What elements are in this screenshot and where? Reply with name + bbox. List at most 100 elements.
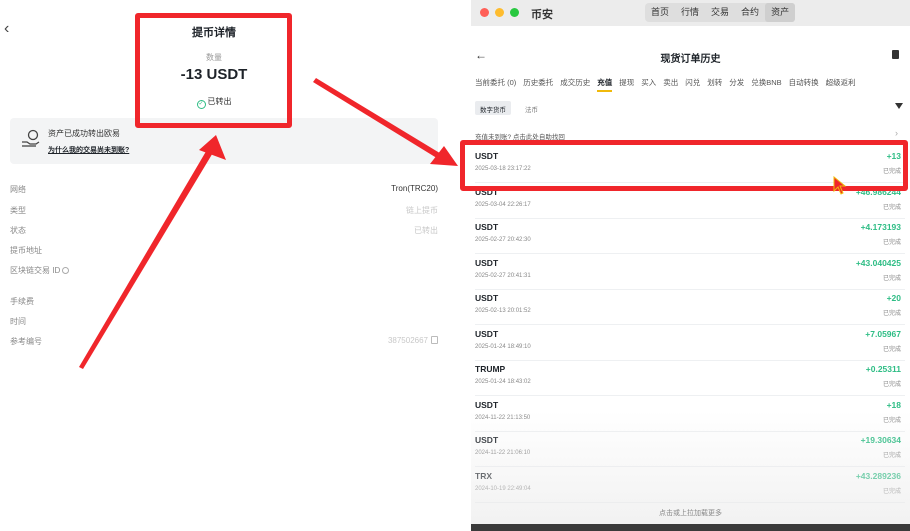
nav-futures[interactable]: 合约 (735, 3, 765, 22)
info-row-address: 提币地址 (10, 245, 438, 259)
info-row-reference: 参考编号 387502667 (10, 336, 438, 350)
filter-icon[interactable] (895, 103, 903, 109)
tab-withdraw[interactable]: 提现 (619, 77, 634, 92)
info-key: 状态 (10, 226, 26, 235)
window-titlebar: 币安 首页 行情 交易 合约 资产 (471, 0, 910, 26)
copy-icon[interactable] (431, 336, 438, 344)
record-time: 2024-11-22 21:06:10 (475, 450, 531, 456)
mouse-cursor-icon (833, 176, 847, 195)
deposit-record-row[interactable]: USDT 2025-02-27 20:41:31 +43.040425 已完成 (475, 254, 905, 290)
tab-transfer[interactable]: 划转 (707, 77, 722, 92)
app-name: 币安 (531, 9, 553, 21)
tab-convert-bnb[interactable]: 兑换BNB (751, 77, 781, 92)
nav-trade[interactable]: 交易 (705, 3, 735, 22)
record-asset: TRX (475, 470, 492, 481)
load-more-link[interactable]: 点击或上拉加载更多 (471, 508, 910, 518)
record-status: 已完成 (882, 204, 901, 211)
chevron-right-icon[interactable]: › (895, 128, 898, 138)
highlight-box-left (135, 13, 292, 128)
info-key: 时间 (10, 317, 26, 326)
info-value: Tron(TRC20) (391, 184, 438, 193)
tab-auto-convert[interactable]: 自动转换 (789, 77, 819, 92)
deposit-record-row[interactable]: USDT 2024-11-22 21:06:10 +19.30634 已完成 (475, 431, 905, 467)
document-icon[interactable] (892, 50, 899, 59)
minimize-window-button[interactable] (495, 8, 504, 17)
close-window-button[interactable] (480, 8, 489, 17)
record-time: 2025-01-24 18:49:10 (475, 343, 531, 350)
info-row-txid: 区块链交易 ID (10, 265, 438, 279)
notice-title: 资产已成功转出欧易 (48, 129, 120, 138)
info-value: 387502667 (388, 336, 438, 345)
info-row-network: 网络 Tron(TRC20) (10, 184, 438, 198)
tab-convert[interactable]: 闪兑 (685, 77, 700, 92)
record-time: 2024-10-19 22:49:04 (475, 485, 531, 492)
record-time: 2025-01-24 18:43:02 (475, 379, 531, 385)
tab-trade-history[interactable]: 成交历史 (560, 77, 590, 92)
deposit-record-row[interactable]: USDT 2025-01-24 18:49:10 +7.05967 已完成 (475, 325, 905, 361)
record-status: 已完成 (882, 382, 901, 388)
record-status: 已完成 (882, 488, 901, 495)
record-time: 2024-11-22 21:13:50 (475, 414, 531, 421)
deposit-record-row[interactable]: TRUMP 2025-01-24 18:43:02 +0.25311 已完成 (475, 360, 905, 396)
tab-order-history[interactable]: 历史委托 (523, 77, 553, 92)
reference-number: 387502667 (387, 336, 428, 345)
deposit-history-panel: 币安 首页 行情 交易 合约 资产 ← 现货订单历史 当前委托 (0) 历史委托… (471, 0, 910, 531)
tab-super-rebate[interactable]: 超级返利 (826, 77, 856, 92)
info-row-status: 状态 已转出 (10, 225, 438, 239)
record-amount: +4.173193 (860, 222, 901, 232)
tab-buy[interactable]: 买入 (641, 77, 656, 92)
page-title: 现货订单历史 (660, 54, 721, 65)
record-status: 已完成 (882, 240, 901, 246)
deposit-record-row[interactable]: USDT 2025-02-13 20:01:52 +20 已完成 (475, 289, 905, 325)
info-key-text: 区块链交易 ID (10, 266, 61, 275)
history-tabs: 当前委托 (0) 历史委托 成交历史 充值 提现 买入 卖出 闪兑 划转 分发 … (475, 77, 856, 92)
tab-sell[interactable]: 卖出 (663, 77, 678, 92)
record-asset: TRUMP (475, 364, 506, 374)
record-status: 已完成 (882, 417, 901, 424)
record-asset: USDT (475, 328, 499, 339)
record-asset: USDT (475, 257, 499, 268)
exchange-hand-icon (22, 129, 40, 147)
info-key: 手续费 (10, 297, 34, 306)
info-row-fee: 手续费 (10, 296, 438, 310)
record-status: 已完成 (882, 311, 901, 317)
tab-open-orders[interactable]: 当前委托 (0) (475, 77, 516, 92)
record-status: 已完成 (882, 453, 901, 459)
record-time: 2025-02-13 20:01:52 (475, 308, 531, 314)
record-amount: +19.30634 (860, 435, 901, 445)
info-value: 已转出 (414, 226, 438, 235)
record-amount: +43.289236 (855, 470, 901, 481)
record-time: 2025-02-27 20:42:30 (475, 237, 531, 243)
nav-assets[interactable]: 资产 (765, 3, 796, 22)
why-not-arrived-link[interactable]: 为什么我的交易尚未到账? (48, 145, 129, 155)
record-amount: +18 (886, 399, 901, 410)
record-asset: USDT (475, 222, 499, 232)
top-nav: 首页 行情 交易 合约 资产 (645, 3, 796, 22)
tab-deposit[interactable]: 充值 (597, 77, 613, 92)
tab-distribution[interactable]: 分发 (729, 77, 744, 92)
info-key: 区块链交易 ID (10, 265, 70, 276)
deposit-record-row[interactable]: TRX 2024-10-19 22:49:04 +43.289236 已完成 (475, 467, 905, 503)
record-time: 2025-03-04 22:26:17 (475, 201, 531, 208)
info-circle-icon[interactable] (62, 267, 70, 274)
dock-bar (471, 524, 910, 531)
back-chevron-icon[interactable]: ‹ (4, 20, 9, 38)
info-row-time: 时间 (10, 316, 438, 330)
info-value: 链上提币 (406, 206, 438, 215)
info-key: 提币地址 (10, 246, 42, 255)
chip-crypto[interactable]: 数字货币 (475, 101, 511, 115)
record-amount: +43.040425 (855, 257, 901, 268)
record-status: 已完成 (882, 346, 901, 353)
record-status: 已完成 (882, 275, 901, 282)
deposit-record-row[interactable]: USDT 2025-02-27 20:42:30 +4.173193 已完成 (475, 218, 905, 254)
record-asset: USDT (475, 399, 499, 410)
info-key: 网络 (10, 185, 26, 194)
maximize-window-button[interactable] (510, 8, 519, 17)
nav-home[interactable]: 首页 (645, 3, 675, 22)
chip-fiat[interactable]: 法币 (520, 101, 543, 115)
record-asset: USDT (475, 435, 499, 445)
nav-markets[interactable]: 行情 (675, 3, 705, 22)
info-key: 类型 (10, 206, 26, 215)
deposit-record-row[interactable]: USDT 2024-11-22 21:13:50 +18 已完成 (475, 396, 905, 432)
record-amount: +0.25311 (865, 364, 901, 374)
